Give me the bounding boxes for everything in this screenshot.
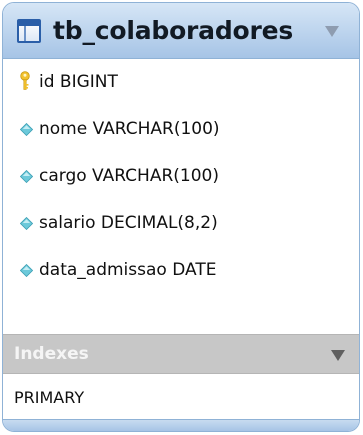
indexes-label: Indexes [14, 344, 89, 364]
index-label: PRIMARY [14, 388, 85, 407]
er-table-card[interactable]: tb_colaboradores id BIGINT nome VARCHAR(… [2, 2, 360, 432]
column-diamond-icon [20, 264, 33, 277]
table-footer [3, 419, 359, 431]
column-row-cargo[interactable]: cargo VARCHAR(100) [3, 161, 359, 191]
column-label: nome VARCHAR(100) [39, 119, 220, 139]
primary-key-icon [20, 71, 30, 90]
column-list: id BIGINT nome VARCHAR(100) cargo VARCHA… [3, 59, 359, 334]
column-row-id[interactable]: id BIGINT [3, 67, 359, 97]
index-row-primary[interactable]: PRIMARY [3, 374, 359, 420]
column-diamond-icon [20, 123, 33, 136]
table-header[interactable]: tb_colaboradores [3, 3, 359, 59]
collapse-arrow-icon[interactable] [331, 350, 345, 361]
column-row-data-admissao[interactable]: data_admissao DATE [3, 255, 359, 285]
column-row-nome[interactable]: nome VARCHAR(100) [3, 114, 359, 144]
column-diamond-icon [20, 217, 33, 230]
indexes-header[interactable]: Indexes [3, 334, 359, 374]
column-row-salario[interactable]: salario DECIMAL(8,2) [3, 208, 359, 238]
column-label: id BIGINT [39, 72, 118, 92]
column-diamond-icon [20, 170, 33, 183]
column-label: cargo VARCHAR(100) [39, 166, 219, 186]
table-title: tb_colaboradores [53, 16, 294, 45]
collapse-arrow-icon[interactable] [325, 26, 339, 37]
column-label: salario DECIMAL(8,2) [39, 213, 218, 233]
column-label: data_admissao DATE [39, 260, 217, 280]
table-icon [17, 19, 41, 43]
